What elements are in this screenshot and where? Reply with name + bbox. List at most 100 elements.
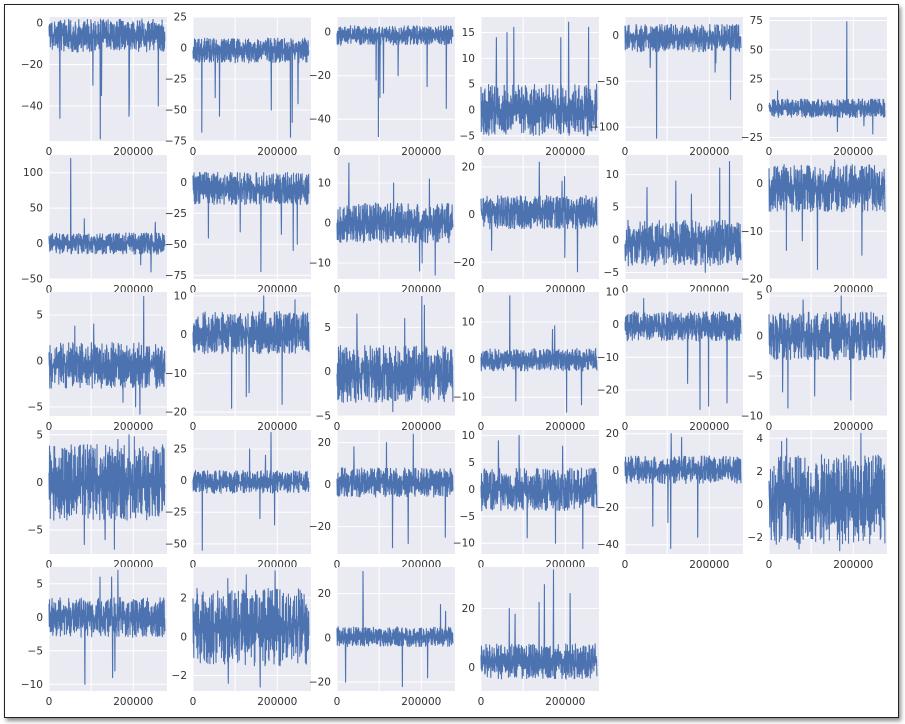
subplot-24: 4 2 0 −2 0 200000 bbox=[748, 430, 887, 571]
y-tick-label: −5 bbox=[460, 130, 475, 142]
subplot-10: 200−200 200000 bbox=[453, 155, 599, 296]
y-tick-label: 15 bbox=[462, 27, 475, 39]
subplot-6: 7550250−250 200000 bbox=[741, 15, 887, 158]
y-tick-label: 0 bbox=[756, 499, 763, 511]
y-tick-label: −20 bbox=[21, 59, 43, 71]
subplot-21: 200−200 200000 bbox=[309, 430, 455, 571]
subplot-4: 151050−50 200000 bbox=[460, 17, 599, 158]
x-tick-label: 0 bbox=[766, 559, 773, 571]
subplot-22: 1050−5−100 200000 bbox=[453, 430, 599, 571]
y-tick-label: 5 bbox=[756, 291, 763, 303]
y-tick-label: −2 bbox=[748, 532, 763, 544]
y-tick-label: −10 bbox=[741, 411, 763, 423]
y-tick-label: 0 bbox=[468, 105, 475, 117]
y-tick-label: −5 bbox=[316, 411, 331, 423]
y-tick-label: −10 bbox=[21, 679, 43, 691]
subplot-19: 50−50 200000 bbox=[28, 429, 167, 571]
y-tick-label: −5 bbox=[28, 401, 43, 413]
subplot-26: 2 0 −2 0 200000 bbox=[172, 567, 311, 708]
y-tick-label: 10 bbox=[318, 178, 331, 190]
y-tick-label: −75 bbox=[165, 136, 187, 148]
y-tick-label: 5 bbox=[36, 429, 43, 441]
y-tick-label: −5 bbox=[604, 267, 619, 279]
figure-frame: 0 −20 −40 0 200000 25 0 −25 −50 −75 0 200000 0 −20 −40… bbox=[4, 4, 899, 718]
y-tick-label: 0 bbox=[612, 465, 619, 477]
y-tick-label: −40 bbox=[597, 539, 619, 551]
y-tick-label: 0 bbox=[324, 218, 331, 230]
plot-area bbox=[193, 292, 311, 416]
subplot-28: 20 0 0 200000 bbox=[462, 567, 599, 708]
y-tick-label: −50 bbox=[165, 105, 187, 117]
y-tick-label: −20 bbox=[309, 677, 331, 689]
y-tick-label: −100 bbox=[590, 122, 619, 134]
y-tick-label: 0 bbox=[324, 632, 331, 644]
y-tick-label: 50 bbox=[30, 203, 43, 215]
y-tick-label: 0 bbox=[180, 43, 187, 55]
y-tick-label: 5 bbox=[468, 79, 475, 91]
x-tick-label: 200000 bbox=[257, 696, 297, 708]
subplot-17: 100−10−200 200000 bbox=[597, 287, 743, 433]
subplot-16: 100−100 200000 bbox=[453, 292, 599, 433]
y-tick-label: 0 bbox=[612, 234, 619, 246]
y-tick-label: −10 bbox=[453, 538, 475, 550]
y-tick-label: 0 bbox=[324, 479, 331, 491]
y-tick-label: 75 bbox=[750, 15, 763, 27]
x-tick-label: 200000 bbox=[401, 696, 441, 708]
y-tick-label: 0 bbox=[36, 477, 43, 489]
y-tick-label: −20 bbox=[453, 257, 475, 269]
y-tick-label: −25 bbox=[165, 507, 187, 519]
subplot-7: 100500−500 200000 bbox=[21, 155, 167, 296]
subplot-8: 0−25−50−750 200000 bbox=[165, 155, 311, 296]
y-tick-label: −50 bbox=[597, 76, 619, 88]
subplot-25: 50−5−100 200000 bbox=[21, 567, 167, 708]
y-tick-label: −40 bbox=[21, 100, 43, 112]
plot-area bbox=[625, 430, 743, 554]
subplot-9: 100−100 200000 bbox=[309, 155, 455, 296]
y-tick-label: −10 bbox=[453, 392, 475, 404]
y-tick-label: 50 bbox=[750, 44, 763, 56]
x-tick-label: 0 bbox=[190, 696, 197, 708]
y-tick-label: 25 bbox=[174, 12, 187, 24]
y-tick-label: −20 bbox=[309, 521, 331, 533]
x-tick-label: 0 bbox=[622, 559, 629, 571]
y-tick-label: 20 bbox=[462, 161, 475, 173]
y-tick-label: 5 bbox=[324, 322, 331, 334]
y-tick-label: −20 bbox=[597, 502, 619, 514]
y-tick-label: −20 bbox=[309, 70, 331, 82]
subplot-2: 250−25−50−750 200000 bbox=[165, 12, 311, 158]
y-tick-label: −5 bbox=[460, 511, 475, 523]
y-tick-label: 4 bbox=[756, 433, 763, 445]
y-tick-label: 0 bbox=[468, 209, 475, 221]
y-tick-label: −25 bbox=[165, 74, 187, 86]
y-tick-label: −2 bbox=[172, 670, 187, 682]
subplot-13: 50−50 200000 bbox=[28, 292, 167, 433]
y-tick-label: 0 bbox=[180, 177, 187, 189]
y-tick-label: −5 bbox=[28, 525, 43, 537]
y-tick-label: −40 bbox=[309, 114, 331, 126]
y-tick-label: 0 bbox=[324, 27, 331, 39]
y-tick-label: 10 bbox=[462, 317, 475, 329]
y-tick-label: −20 bbox=[165, 407, 187, 419]
y-tick-label: −5 bbox=[28, 645, 43, 657]
y-tick-label: 0 bbox=[36, 238, 43, 250]
plot-area bbox=[49, 155, 167, 279]
y-tick-label: 0 bbox=[612, 30, 619, 42]
subplot-27: 200−200 200000 bbox=[309, 567, 455, 708]
y-tick-label: 5 bbox=[468, 457, 475, 469]
subplot-3: 0−20−400 200000 bbox=[309, 17, 455, 158]
y-tick-label: 0 bbox=[324, 366, 331, 378]
x-tick-label: 0 bbox=[334, 696, 341, 708]
y-tick-label: −10 bbox=[597, 352, 619, 364]
y-tick-label: 20 bbox=[318, 437, 331, 449]
y-tick-label: 10 bbox=[462, 430, 475, 442]
subplot-20: 250−25−500 200000 bbox=[165, 430, 311, 571]
subplot-23: 200−20−400 200000 bbox=[597, 428, 743, 571]
y-tick-label: 0 bbox=[612, 319, 619, 331]
x-tick-label: 200000 bbox=[689, 559, 729, 571]
y-tick-label: −50 bbox=[165, 239, 187, 251]
subplot-14: 100−10−200 200000 bbox=[165, 290, 311, 433]
y-tick-label: 0 bbox=[468, 354, 475, 366]
y-tick-label: −20 bbox=[597, 384, 619, 396]
subplot-11: 1050−50 200000 bbox=[604, 155, 743, 296]
subplot-grid: 0−20−400 200000250−25−50−750 2000000−20−40… bbox=[21, 12, 887, 708]
